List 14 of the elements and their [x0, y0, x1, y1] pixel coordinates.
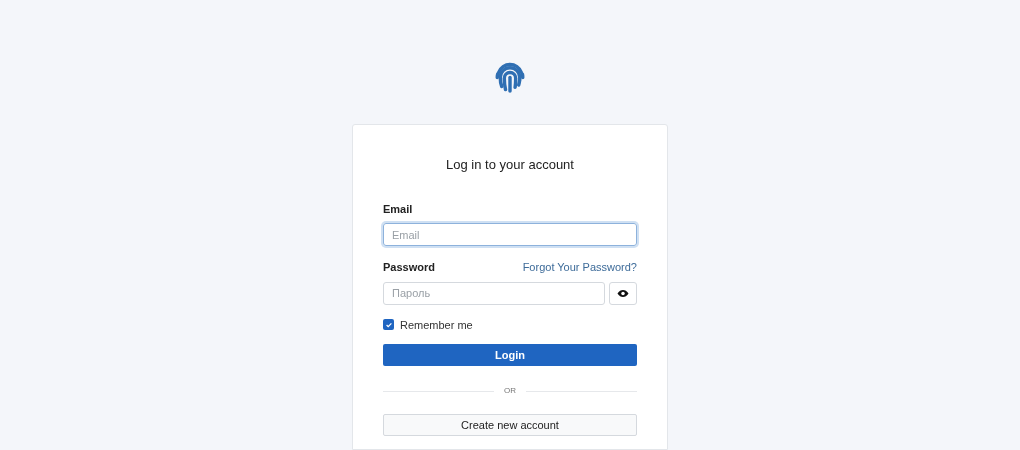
create-account-button[interactable]: Create new account	[383, 414, 637, 436]
or-divider-text: OR	[504, 385, 516, 397]
password-label: Password	[383, 260, 435, 275]
remember-label: Remember me	[400, 317, 473, 333]
remember-checkbox[interactable]	[383, 319, 394, 331]
password-field[interactable]: Пароль	[383, 281, 605, 305]
email-field[interactable]: Email	[383, 223, 637, 246]
email-label: Email	[383, 201, 413, 217]
eye-icon	[617, 288, 629, 298]
login-button[interactable]: Login	[383, 344, 637, 366]
show-password-button[interactable]	[609, 281, 637, 305]
form-title: Log in to your account	[446, 156, 574, 174]
forgot-password-link[interactable]: Forgot Your Password?	[522, 259, 637, 276]
checkmark-icon	[384, 320, 393, 329]
